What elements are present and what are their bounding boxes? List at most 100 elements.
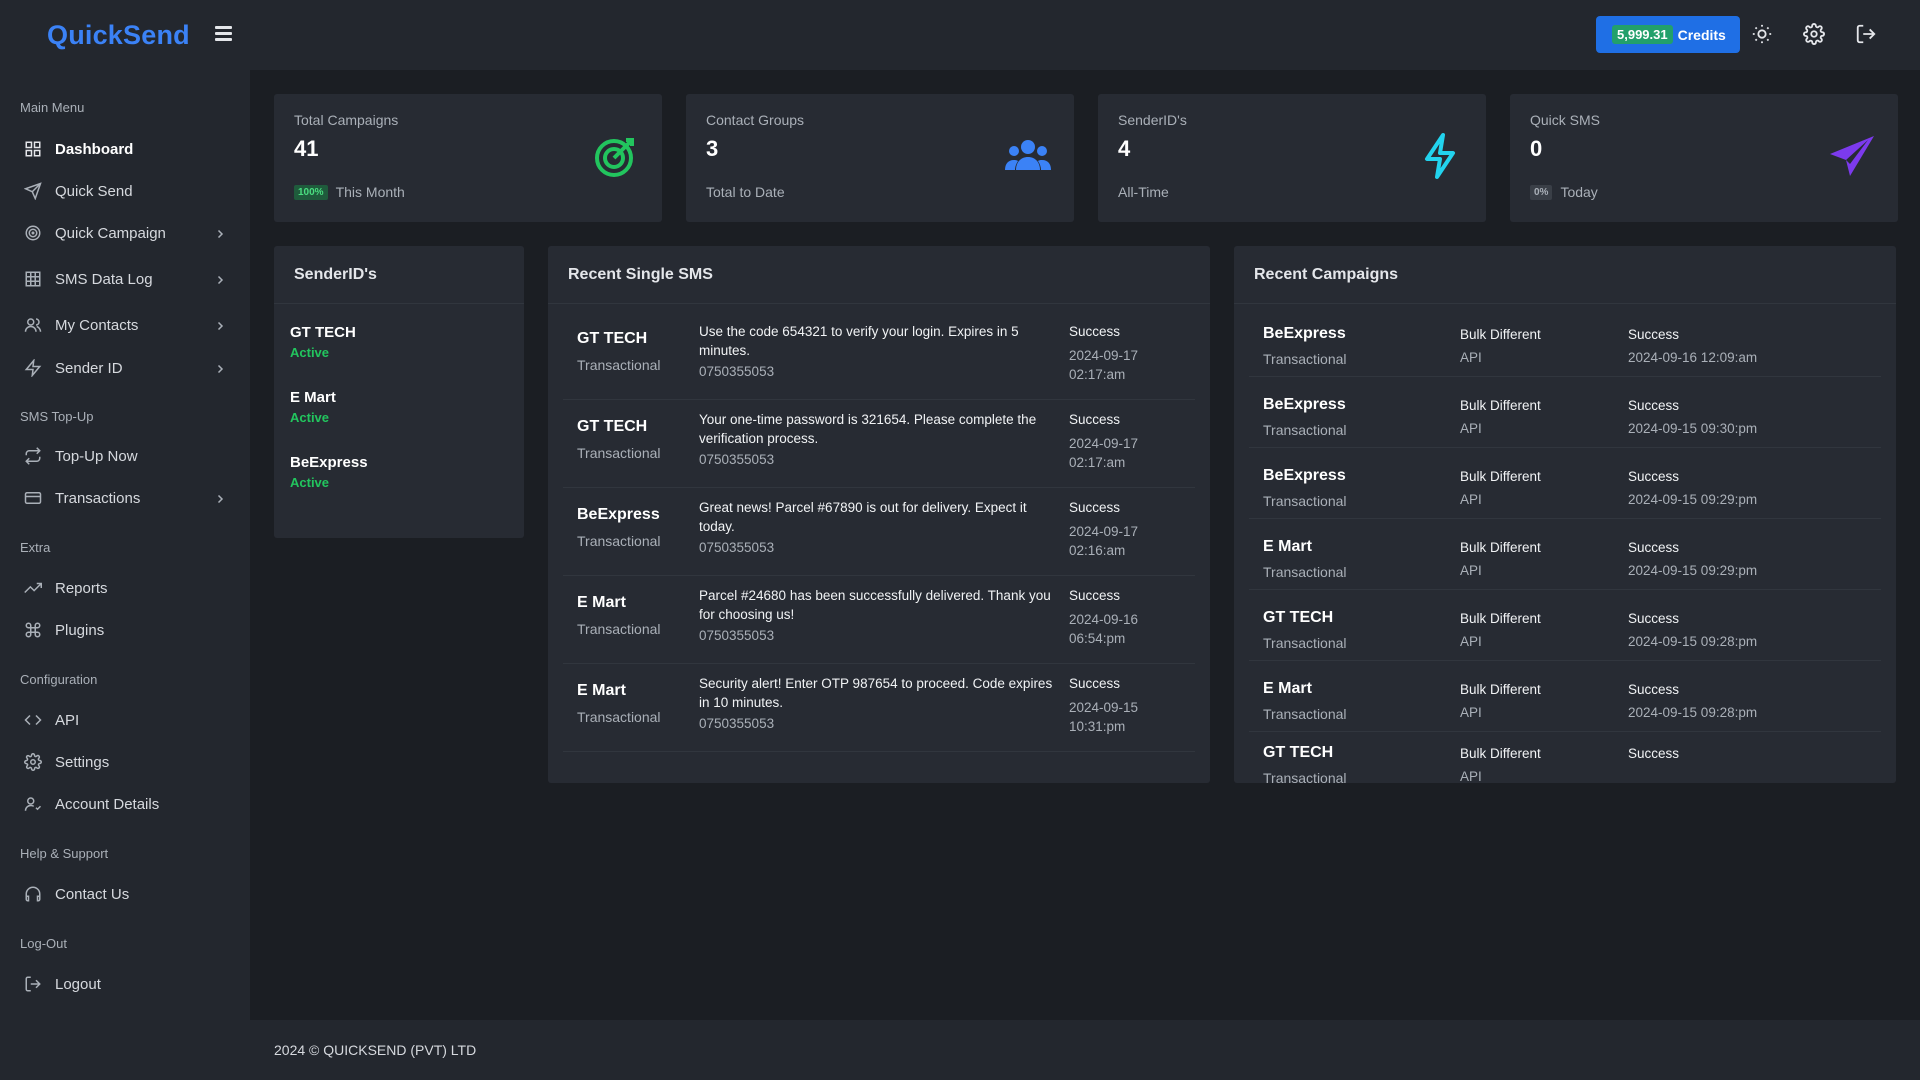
- stat-value: 3: [706, 136, 719, 161]
- sidebar-item-label: Sender ID: [55, 359, 123, 377]
- sidebar-item-dashboard[interactable]: Dashboard: [0, 131, 250, 167]
- campaign-status: Success: [1628, 327, 1680, 342]
- sms-status: Success: [1069, 588, 1121, 603]
- sms-status: Success: [1069, 324, 1121, 339]
- senderid-name: GT TECH: [290, 324, 356, 341]
- sidebar-item-my-contacts[interactable]: My Contacts: [0, 307, 250, 343]
- campaign-row[interactable]: GT TECH Transactional Bulk Different API S…: [1249, 732, 1881, 783]
- send-icon: [24, 182, 42, 200]
- campaign-channel: API: [1460, 769, 1482, 783]
- campaign-mode: Bulk Different: [1460, 746, 1541, 761]
- senderid-item[interactable]: BeExpress Active: [290, 454, 368, 490]
- sms-date: 2024-09-17: [1069, 436, 1139, 451]
- campaign-mode: Bulk Different: [1460, 682, 1541, 697]
- sidebar-item-label: Reports: [55, 579, 108, 597]
- stat-card-sender-ids: SenderID's 4 All-Time: [1098, 94, 1486, 222]
- sidebar-item-label: Quick Send: [55, 182, 133, 200]
- logout-icon[interactable]: [1855, 23, 1877, 45]
- card-icon: [24, 489, 42, 507]
- campaign-status: Success: [1628, 469, 1680, 484]
- panel-title: SenderID's: [294, 265, 377, 283]
- sms-time: 02:17:am: [1069, 455, 1126, 470]
- sidebar-item-label: Top-Up Now: [55, 447, 138, 465]
- campaign-type: Transactional: [1263, 493, 1347, 509]
- senderid-item[interactable]: E Mart Active: [290, 389, 336, 425]
- campaign-row[interactable]: E Mart Transactional Bulk Different API Su…: [1249, 519, 1881, 590]
- menu-toggle-icon[interactable]: [215, 26, 232, 41]
- recent-campaigns-panel: Recent Campaigns BeExpress Transactional …: [1234, 246, 1896, 783]
- panel-header: SenderID's: [274, 246, 524, 304]
- sms-phone: 0750355053: [699, 364, 775, 379]
- menu-section-sms-top-up: SMS Top-Up: [20, 409, 94, 424]
- sms-time: 02:16:am: [1069, 543, 1126, 558]
- gear-icon[interactable]: [1803, 23, 1825, 45]
- chevron-right-icon: [214, 319, 226, 331]
- campaign-mode: Bulk Different: [1460, 469, 1541, 484]
- grid-icon: [24, 140, 42, 158]
- campaign-row[interactable]: GT TECH Transactional Bulk Different API S…: [1249, 590, 1881, 661]
- panel-title: Recent Single SMS: [568, 265, 713, 283]
- campaign-type: Transactional: [1263, 706, 1347, 722]
- sidebar-item-contact-us[interactable]: Contact Us: [0, 876, 250, 912]
- campaign-sender: BeExpress: [1263, 467, 1346, 484]
- sidebar-item-top-up-now[interactable]: Top-Up Now: [0, 438, 250, 474]
- sms-date: 2024-09-16: [1069, 612, 1139, 627]
- users-icon: [24, 316, 42, 334]
- menu-section-help-support: Help & Support: [20, 846, 109, 861]
- sidebar-item-sms-data-log[interactable]: SMS Data Log: [0, 261, 250, 297]
- sidebar-item-plugins[interactable]: Plugins: [0, 612, 250, 648]
- sidebar-item-reports[interactable]: Reports: [0, 570, 250, 606]
- sidebar-item-api[interactable]: API: [0, 702, 250, 738]
- campaign-row[interactable]: BeExpress Transactional Bulk Different API…: [1249, 377, 1881, 448]
- target-icon: [592, 132, 640, 180]
- sms-row[interactable]: GT TECH Transactional Your one-time passw…: [563, 400, 1195, 488]
- sms-message: Parcel #24680 has been successfully deli…: [699, 588, 1051, 622]
- sidebar-item-settings[interactable]: Settings: [0, 744, 250, 780]
- sms-message: Use the code 654321 to verify your login…: [699, 324, 1019, 358]
- sms-row[interactable]: E Mart Transactional Security alert! Ente…: [563, 664, 1195, 752]
- footer: 2024 © QUICKSEND (PVT) LTD: [250, 1020, 1920, 1080]
- senderid-item[interactable]: GT TECH Active: [290, 324, 356, 360]
- brand-logo[interactable]: QuickSend: [47, 20, 190, 51]
- sidebar-item-sender-id[interactable]: Sender ID: [0, 350, 250, 386]
- sidebar-item-logout[interactable]: Logout: [0, 966, 250, 1002]
- brand: QuickSend: [0, 0, 250, 70]
- credits-button[interactable]: 5,999.31 Credits: [1596, 16, 1740, 53]
- stat-sub: Total to Date: [706, 184, 785, 200]
- sms-type: Transactional: [577, 357, 661, 373]
- campaign-mode: Bulk Different: [1460, 327, 1541, 342]
- sidebar-item-label: Contact Us: [55, 885, 130, 903]
- campaign-channel: API: [1460, 634, 1482, 649]
- sidebar-item-transactions[interactable]: Transactions: [0, 480, 250, 516]
- sidebar-item-quick-send[interactable]: Quick Send: [0, 173, 250, 209]
- sms-date: 2024-09-17: [1069, 524, 1139, 539]
- sms-row[interactable]: E Mart Transactional Parcel #24680 has be…: [563, 576, 1195, 664]
- sun-icon[interactable]: [1751, 23, 1773, 45]
- campaign-type: Transactional: [1263, 422, 1347, 438]
- sms-row[interactable]: BeExpress Transactional Great news! Parce…: [563, 488, 1195, 576]
- sidebar-item-label: Logout: [55, 975, 101, 993]
- sms-message: Great news! Parcel #67890 is out for del…: [699, 500, 1027, 534]
- senderid-name: BeExpress: [290, 454, 368, 471]
- chevron-right-icon: [214, 492, 226, 504]
- sidebar-item-quick-campaign[interactable]: Quick Campaign: [0, 215, 250, 251]
- senderid-status: Active: [290, 475, 330, 490]
- campaign-row[interactable]: BeExpress Transactional Bulk Different API…: [1249, 306, 1881, 377]
- panel-header: Recent Single SMS: [548, 246, 1210, 304]
- campaign-sender: GT TECH: [1263, 744, 1334, 761]
- campaign-row[interactable]: E Mart Transactional Bulk Different API Su…: [1249, 661, 1881, 732]
- headset-icon: [24, 885, 42, 903]
- campaign-status: Success: [1628, 540, 1680, 555]
- campaign-sender: GT TECH: [1263, 609, 1334, 626]
- sidebar-item-account-details[interactable]: Account Details: [0, 786, 250, 822]
- campaign-datetime: 2024-09-15 09:28:pm: [1628, 705, 1758, 720]
- credits-label: Credits: [1677, 26, 1726, 43]
- sms-sender: GT TECH: [577, 330, 648, 347]
- sms-sender: E Mart: [577, 682, 626, 699]
- sms-row[interactable]: GT TECH Transactional Use the code 654321…: [563, 312, 1195, 400]
- sidebar-item-label: Dashboard: [55, 140, 134, 158]
- campaign-row[interactable]: BeExpress Transactional Bulk Different API…: [1249, 448, 1881, 519]
- campaign-status: Success: [1628, 611, 1680, 626]
- stat-sub-label: This Month: [335, 184, 405, 200]
- table-icon: [24, 270, 42, 288]
